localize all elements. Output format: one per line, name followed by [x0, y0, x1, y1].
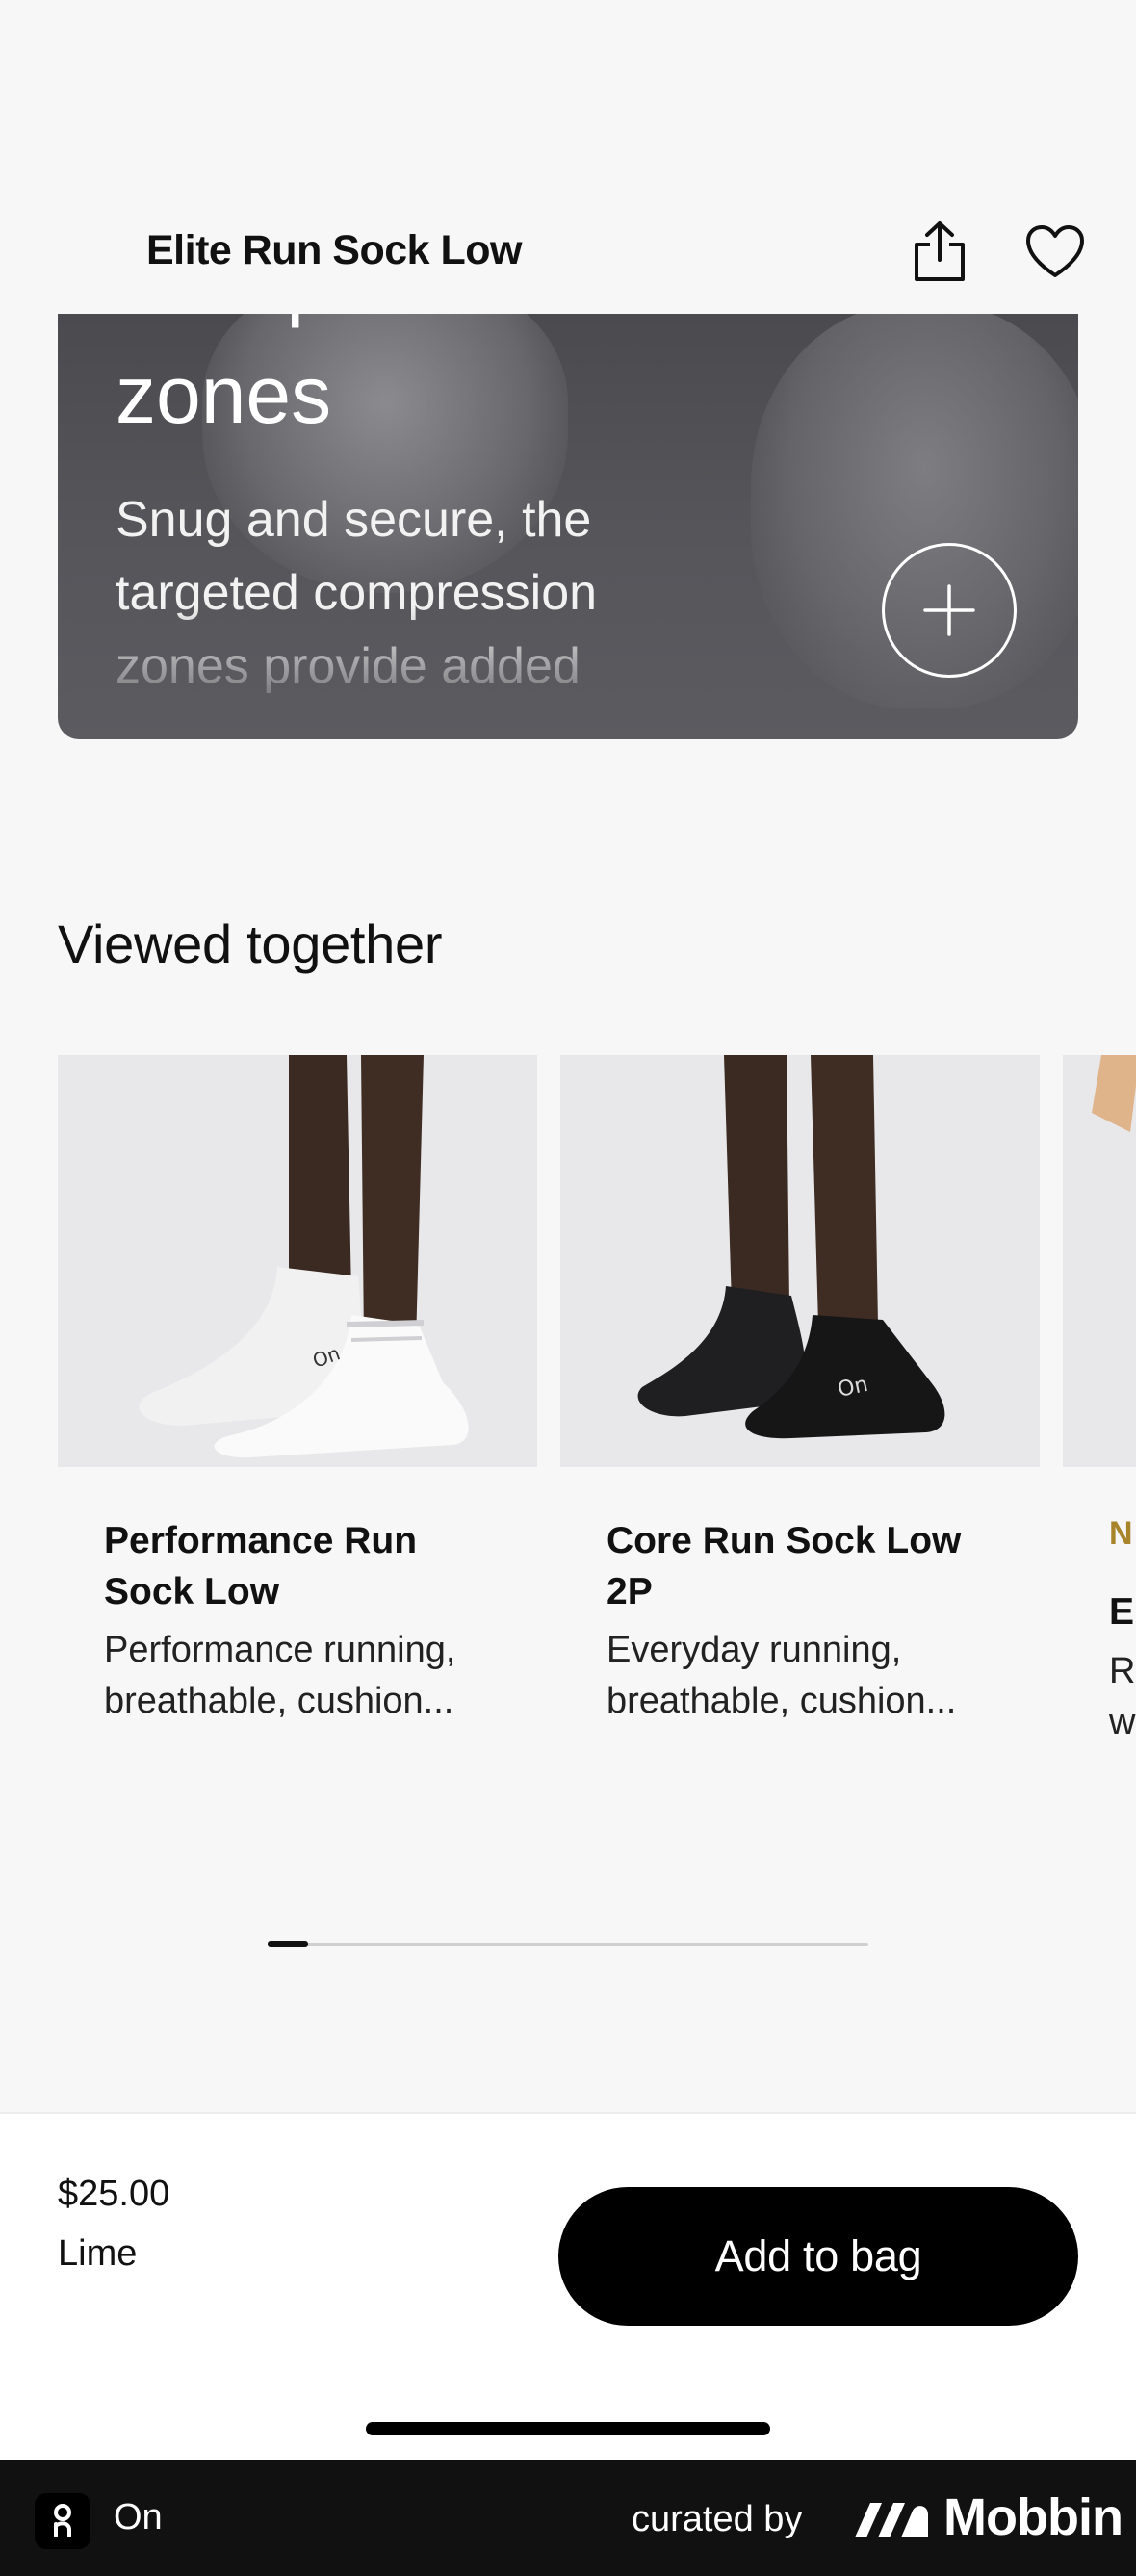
product-color: Lime: [58, 2233, 138, 2274]
product-name: Performance Run Sock Low: [104, 1520, 418, 1612]
carousel-pager-indicator: [268, 1941, 308, 1947]
app-name: On: [114, 2497, 163, 2537]
product-card-partial[interactable]: N E R w: [1063, 1055, 1136, 1787]
product-image: On: [58, 1055, 537, 1467]
new-badge: N: [1109, 1515, 1133, 1552]
black-sock-illustration: On: [560, 1055, 1040, 1467]
expand-feature-button[interactable]: [882, 543, 1017, 678]
carousel-pager-track[interactable]: [268, 1943, 868, 1946]
product-card-performance-run-sock-low[interactable]: On Performance Run Sock Low Performance …: [58, 1055, 537, 1787]
share-icon: [915, 221, 965, 281]
product-description: R w: [1109, 1651, 1136, 1742]
product-image: On: [560, 1055, 1040, 1467]
on-app-logo: [35, 2493, 90, 2549]
on-logo-icon: [54, 2504, 71, 2537]
mobbin-brand: Mobbin: [943, 2488, 1123, 2546]
product-carousel[interactable]: On Performance Run Sock Low Performance …: [0, 1055, 1136, 1787]
feature-heading: zones: [116, 349, 332, 440]
product-image: [1063, 1055, 1136, 1467]
section-title: Viewed together: [58, 914, 443, 974]
product-description: Performance running, breathable, cushion…: [104, 1630, 456, 1721]
product-description: Everyday running, breathable, cushion...: [607, 1630, 957, 1721]
feature-description: Snug and secure, the targeted compressio…: [116, 492, 598, 694]
mobbin-logo-icon: [853, 2499, 930, 2541]
plus-icon: [923, 584, 975, 636]
product-card-core-run-sock-low-2p[interactable]: On Core Run Sock Low 2P Everyday running…: [560, 1055, 1040, 1787]
page-title: Elite Run Sock Low: [146, 227, 523, 273]
feature-heading-cut: Compression: [116, 314, 592, 323]
curated-by-label: curated by: [632, 2499, 803, 2539]
product-price: $25.00: [58, 2174, 170, 2214]
partial-sock-illustration: [1063, 1055, 1136, 1467]
feature-card: Compression zones Snug and secure, the t…: [58, 314, 1078, 739]
share-button[interactable]: [911, 219, 968, 283]
favorite-button[interactable]: [1024, 223, 1086, 281]
add-to-bag-button[interactable]: Add to bag: [558, 2187, 1078, 2326]
product-name: E: [1109, 1591, 1135, 1633]
white-sock-illustration: On: [58, 1055, 537, 1467]
home-indicator: [366, 2422, 770, 2435]
product-name: Core Run Sock Low 2P: [607, 1520, 962, 1612]
heart-icon: [1026, 225, 1084, 277]
mobbin-mark-icon: [855, 2503, 928, 2537]
